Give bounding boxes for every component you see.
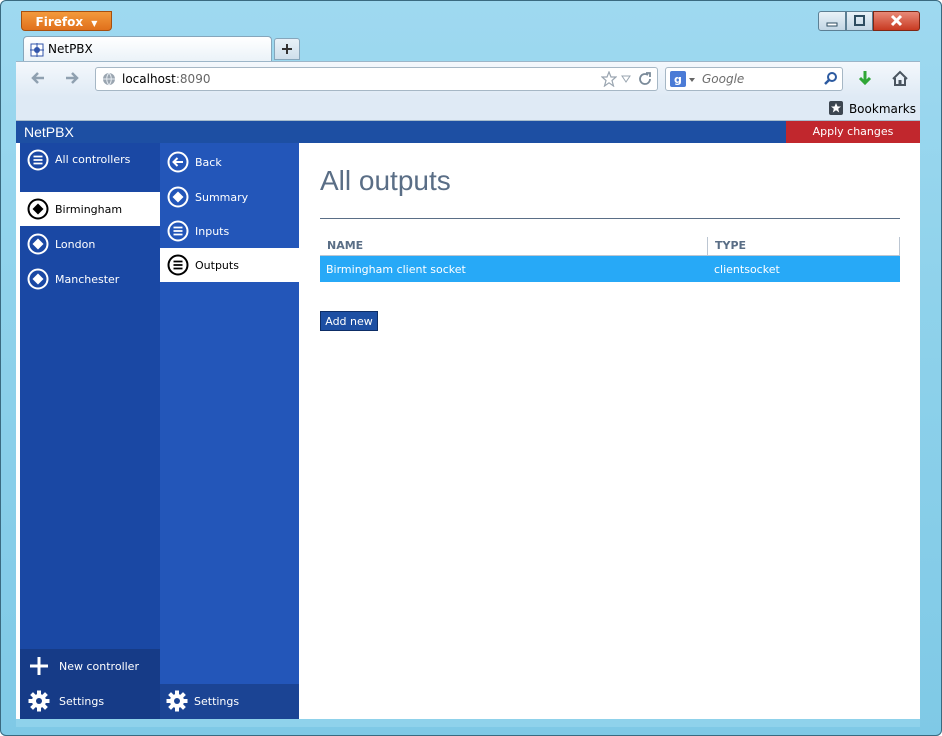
controller-label: Manchester [55,273,120,286]
netpbx-favicon-icon [30,43,44,57]
tab-title: NetPBX [48,42,93,56]
bookmark-star-icon[interactable] [601,71,617,87]
outputs-nav-item[interactable]: Outputs [160,248,299,282]
back-label: Back [195,156,222,169]
back-arrow-icon [167,151,189,173]
settings-button[interactable]: Settings [20,684,160,718]
browser-tab[interactable]: NetPBX [23,36,272,62]
back-arrow-icon[interactable] [28,68,48,88]
settings-label: Settings [59,695,105,708]
inputs-nav-item[interactable]: Inputs [160,214,299,248]
minimize-button[interactable] [818,11,846,31]
summary-label: Summary [195,191,249,204]
controllers-footer: New controller Settings [20,649,160,719]
url-host: localhost [122,72,176,86]
controller-label: Birmingham [55,203,123,216]
app-header: NetPBX Apply changes [16,121,920,143]
svg-text:g: g [674,73,682,86]
google-search-engine-icon[interactable]: g [670,71,698,87]
controller-label: London [55,238,96,251]
controller-item-london[interactable]: London [20,227,160,261]
maximize-button[interactable] [846,11,873,31]
bookmarks-label: Bookmarks [848,102,916,116]
subnav-settings-label: Settings [194,695,240,708]
cell-type: clientsocket [714,263,780,276]
column-header-name[interactable]: NAME [327,239,363,252]
controllers-sidebar: All controllers Birmingham London Manche… [20,143,160,719]
url-port: :8090 [175,72,211,86]
search-bar[interactable]: g Google [665,67,843,91]
diamond-icon [27,233,49,255]
column-divider [899,237,900,255]
subnav-footer: Settings [160,684,299,719]
dropdown-arrow-icon: ▼ [91,19,98,28]
title-divider [320,218,900,219]
new-controller-button[interactable]: New controller [20,649,160,683]
diamond-icon [27,198,49,220]
plus-icon [30,657,48,675]
outputs-label: Outputs [195,259,239,272]
browser-window: Firefox ▼ NetPBX localhost:8090 g Google… [0,0,942,736]
reload-icon[interactable] [637,71,653,87]
search-placeholder: Google [702,72,745,86]
list-icon [167,254,189,276]
list-icon [27,149,49,171]
diamond-icon [167,186,189,208]
new-controller-label: New controller [59,660,139,673]
close-window-button[interactable] [873,11,920,31]
controller-item-birmingham[interactable]: Birmingham [20,192,160,226]
column-header-type[interactable]: TYPE [715,239,746,252]
app-name: NetPBX [24,124,74,140]
url-bar[interactable]: localhost:8090 [95,67,658,91]
url-text: localhost:8090 [122,72,210,86]
gear-icon [166,690,188,712]
bookmarks-toolbar: Bookmarks [16,97,920,121]
minimize-icon [826,22,838,27]
page-title: All outputs [320,165,451,196]
maximize-icon [854,15,865,26]
column-divider [707,237,708,255]
subnav-settings-button[interactable]: Settings [160,684,299,718]
firefox-menu-button[interactable]: Firefox ▼ [21,11,112,31]
add-new-button[interactable]: Add new [320,311,378,331]
table-header: NAME TYPE [320,237,900,256]
firefox-menu-label: Firefox [35,15,84,29]
inputs-label: Inputs [195,225,230,238]
bookmarks-menu-button[interactable]: Bookmarks [828,101,916,116]
home-icon[interactable] [890,69,910,89]
apply-changes-button[interactable]: Apply changes [786,121,920,143]
bookmarks-star-icon [828,101,843,115]
close-icon [890,14,903,27]
controller-subnav: Back Summary Inputs Outputs Settings [160,143,299,719]
plus-icon [282,44,292,54]
table-row[interactable]: Birmingham client socket clientsocket [320,256,900,282]
downloads-arrow-icon[interactable] [855,69,875,89]
new-tab-button[interactable] [274,38,300,60]
gear-icon [28,690,50,712]
globe-icon [103,72,115,86]
list-icon [167,220,189,242]
navigation-toolbar: localhost:8090 g Google [16,61,920,97]
controller-item-manchester[interactable]: Manchester [20,262,160,296]
url-history-dropdown-icon[interactable] [621,74,631,84]
forward-arrow-icon[interactable] [62,68,82,88]
all-controllers-label: All controllers [55,153,131,166]
summary-nav-item[interactable]: Summary [160,180,299,214]
diamond-icon [27,268,49,290]
window-bottom-frame [16,719,920,727]
cell-name: Birmingham client socket [326,263,466,276]
all-controllers-item[interactable]: All controllers [20,143,160,177]
netpbx-app: NetPBX Apply changes All controllers Bir… [16,121,920,719]
back-button[interactable]: Back [160,145,299,179]
search-icon[interactable] [823,71,839,87]
